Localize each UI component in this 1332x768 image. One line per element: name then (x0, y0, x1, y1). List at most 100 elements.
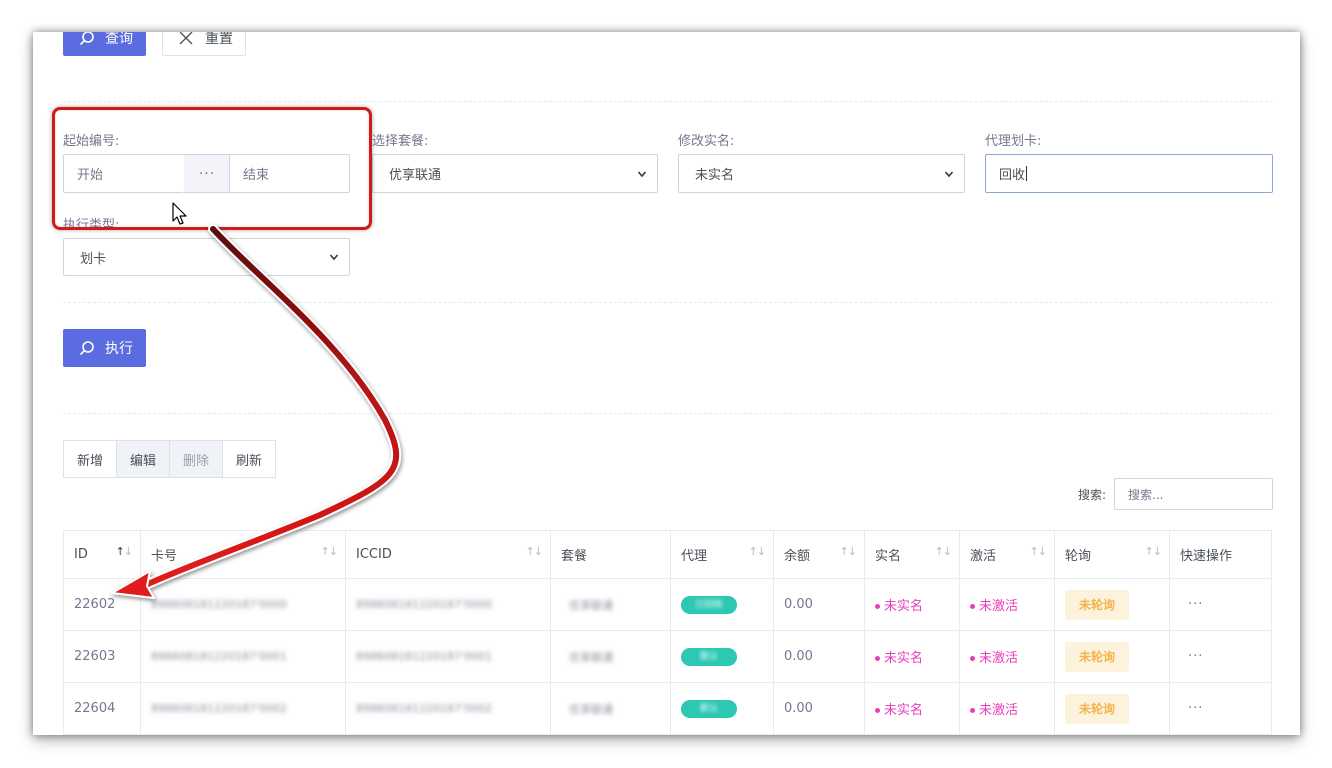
more-actions-button[interactable]: ··· (1180, 649, 1203, 664)
refresh-button[interactable]: 刷新 (222, 440, 276, 478)
sort-icon: ↑↓ (115, 545, 133, 558)
cell-package: 优享联通 (550, 630, 671, 683)
column-header-iccid[interactable]: ICCID ↑↓ (345, 530, 551, 579)
cell-ops: ··· (1169, 630, 1272, 683)
realname-select-value: 未实名 (695, 168, 735, 183)
column-header-realname[interactable]: 实名 ↑↓ (864, 530, 960, 579)
table-row: 22603 898608181220187'0001 8986081812201… (63, 630, 1272, 683)
cell-card: 898608181220187'0002 (140, 682, 346, 735)
cell-realname: 未实名 (864, 682, 960, 735)
close-icon (179, 32, 193, 45)
table-header-row: ID ↑↓ 卡号 ↑↓ ICCID ↑↓ 套餐 代理 ↑↓ 余额 ↑↓ 实名 ↑↓ 激活 ↑↓… (63, 530, 1272, 579)
exec-type-select-value: 划卡 (80, 251, 107, 267)
search-input[interactable]: 搜索... (1114, 478, 1273, 510)
agent-badge: 已回收 (681, 595, 737, 614)
table-row: 22604 898608181220187'0002 8986081812201… (63, 682, 1272, 735)
agent-input-value: 回收 (999, 168, 1026, 183)
status-dot (970, 656, 975, 661)
cell-ops: ··· (1169, 682, 1272, 735)
chevron-down-icon (637, 170, 647, 177)
search-icon (79, 341, 94, 356)
column-header-agent[interactable]: 代理 ↑↓ (670, 530, 774, 579)
section-divider (63, 101, 1273, 102)
status-dot (875, 708, 880, 713)
execute-button-label: 执行 (105, 341, 133, 357)
cell-iccid: 898608181220187'0002 (345, 682, 551, 735)
cell-polling: 未轮询 (1054, 578, 1170, 631)
cell-agent: 已回收 (670, 578, 774, 631)
cell-iccid: 898608181220187'0000 (345, 578, 551, 631)
search-label: 搜索: (1078, 488, 1107, 502)
screenshot-stage: 查询 重置 起始编号: 开始 ··· 结束 选择套餐: 优享联通 修改实名: 未… (0, 0, 1332, 768)
cell-agent: 默认 (670, 630, 774, 683)
realname-label: 修改实名: (678, 134, 735, 149)
more-actions-button[interactable]: ··· (1180, 701, 1203, 716)
cell-id: 22602 (63, 578, 141, 631)
section-divider (63, 413, 1273, 414)
cell-package: 优享联通 (550, 578, 671, 631)
column-header-id[interactable]: ID ↑↓ (63, 530, 141, 579)
range-separator: ··· (184, 154, 230, 193)
package-label: 选择套餐: (372, 134, 429, 149)
query-button[interactable]: 查询 (63, 32, 146, 56)
cell-realname: 未实名 (864, 630, 960, 683)
data-table: ID ↑↓ 卡号 ↑↓ ICCID ↑↓ 套餐 代理 ↑↓ 余额 ↑↓ 实名 ↑↓ 激活 ↑↓… (63, 530, 1272, 735)
package-select-value: 优享联通 (389, 168, 442, 183)
sort-icon: ↑↓ (748, 545, 766, 558)
cell-polling: 未轮询 (1054, 630, 1170, 683)
column-header-polling[interactable]: 轮询 ↑↓ (1054, 530, 1170, 579)
polling-badge: 未轮询 (1065, 693, 1129, 724)
polling-badge: 未轮询 (1065, 589, 1129, 620)
status-dot (875, 604, 880, 609)
chevron-down-icon (944, 170, 954, 177)
start-number-input[interactable]: 开始 (63, 154, 184, 193)
status-dot (875, 656, 880, 661)
edit-button[interactable]: 编辑 (116, 440, 170, 478)
cell-card: 898608181220187'0000 (140, 578, 346, 631)
cell-id: 22603 (63, 630, 141, 683)
cell-balance: 0.00 (773, 682, 865, 735)
cell-activated: 未激活 (959, 578, 1055, 631)
exec-type-select[interactable]: 划卡 (63, 238, 350, 276)
status-dot (970, 604, 975, 609)
more-actions-button[interactable]: ··· (1180, 597, 1203, 612)
add-button[interactable]: 新增 (63, 440, 117, 478)
column-header-package: 套餐 (550, 530, 671, 579)
table-row: 22602 898608181220187'0000 8986081812201… (63, 578, 1272, 631)
package-select[interactable]: 优享联通 (372, 154, 658, 193)
section-divider (63, 302, 1273, 303)
sort-icon: ↑↓ (525, 545, 543, 558)
cell-id: 22604 (63, 682, 141, 735)
cell-balance: 0.00 (773, 630, 865, 683)
reset-button[interactable]: 重置 (162, 32, 246, 56)
agent-input[interactable]: 回收 (985, 154, 1273, 193)
sort-icon: ↑↓ (934, 545, 952, 558)
content-card: 查询 重置 起始编号: 开始 ··· 结束 选择套餐: 优享联通 修改实名: 未… (33, 32, 1300, 735)
column-header-balance[interactable]: 余额 ↑↓ (773, 530, 865, 579)
end-number-input[interactable]: 结束 (229, 154, 350, 193)
query-button-label: 查询 (105, 32, 133, 47)
status-dot (970, 708, 975, 713)
reset-button-label: 重置 (205, 32, 233, 47)
cell-polling: 未轮询 (1054, 682, 1170, 735)
sort-icon: ↑↓ (1029, 545, 1047, 558)
delete-button[interactable]: 删除 (169, 440, 223, 478)
search-icon (79, 32, 94, 46)
cell-activated: 未激活 (959, 682, 1055, 735)
agent-badge: 默认 (681, 647, 737, 666)
cell-agent: 默认 (670, 682, 774, 735)
agent-label: 代理划卡: (985, 134, 1042, 149)
cell-package: 优享联通 (550, 682, 671, 735)
sort-icon: ↑↓ (839, 545, 857, 558)
execute-button[interactable]: 执行 (63, 329, 146, 367)
column-header-card[interactable]: 卡号 ↑↓ (140, 530, 346, 579)
action-button-group: 新增 编辑 删除 刷新 (63, 440, 276, 478)
chevron-down-icon (329, 254, 339, 261)
cell-realname: 未实名 (864, 578, 960, 631)
sort-icon: ↑↓ (320, 545, 338, 558)
cell-balance: 0.00 (773, 578, 865, 631)
cell-iccid: 898608181220187'0001 (345, 630, 551, 683)
realname-select[interactable]: 未实名 (678, 154, 965, 193)
column-header-activated[interactable]: 激活 ↑↓ (959, 530, 1055, 579)
polling-badge: 未轮询 (1065, 641, 1129, 672)
